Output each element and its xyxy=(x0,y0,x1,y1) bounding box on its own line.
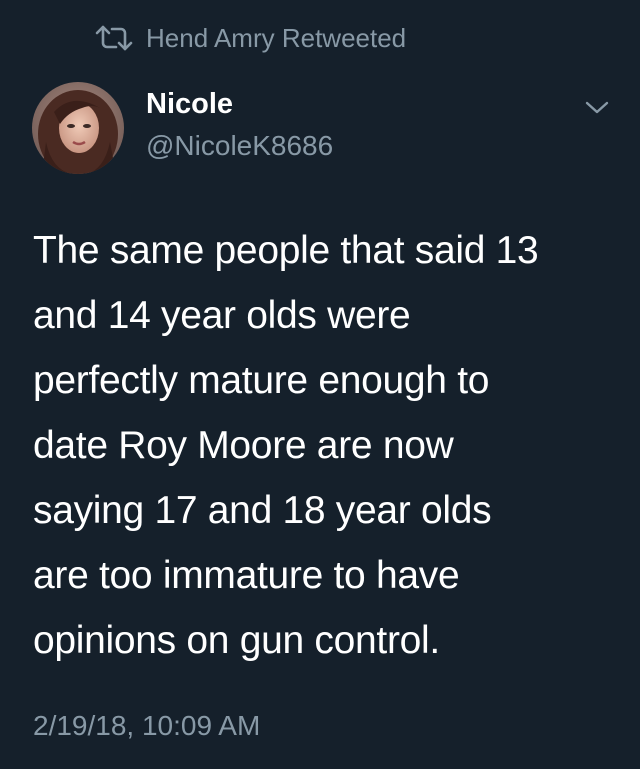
avatar-photo xyxy=(32,82,124,174)
tweet-text: The same people that said 13 and 14 year… xyxy=(33,229,539,662)
tweet-timestamp[interactable]: 2/19/18, 10:09 AM xyxy=(33,708,260,744)
retweet-icon xyxy=(94,24,134,52)
chevron-down-icon[interactable] xyxy=(582,96,612,118)
retweet-label[interactable]: Hend Amry Retweeted xyxy=(146,23,406,54)
author-handle[interactable]: @NicoleK8686 xyxy=(146,128,333,164)
author-display-name[interactable]: Nicole xyxy=(146,86,233,122)
retweet-context: Hend Amry Retweeted xyxy=(94,20,406,56)
avatar[interactable] xyxy=(32,82,124,174)
